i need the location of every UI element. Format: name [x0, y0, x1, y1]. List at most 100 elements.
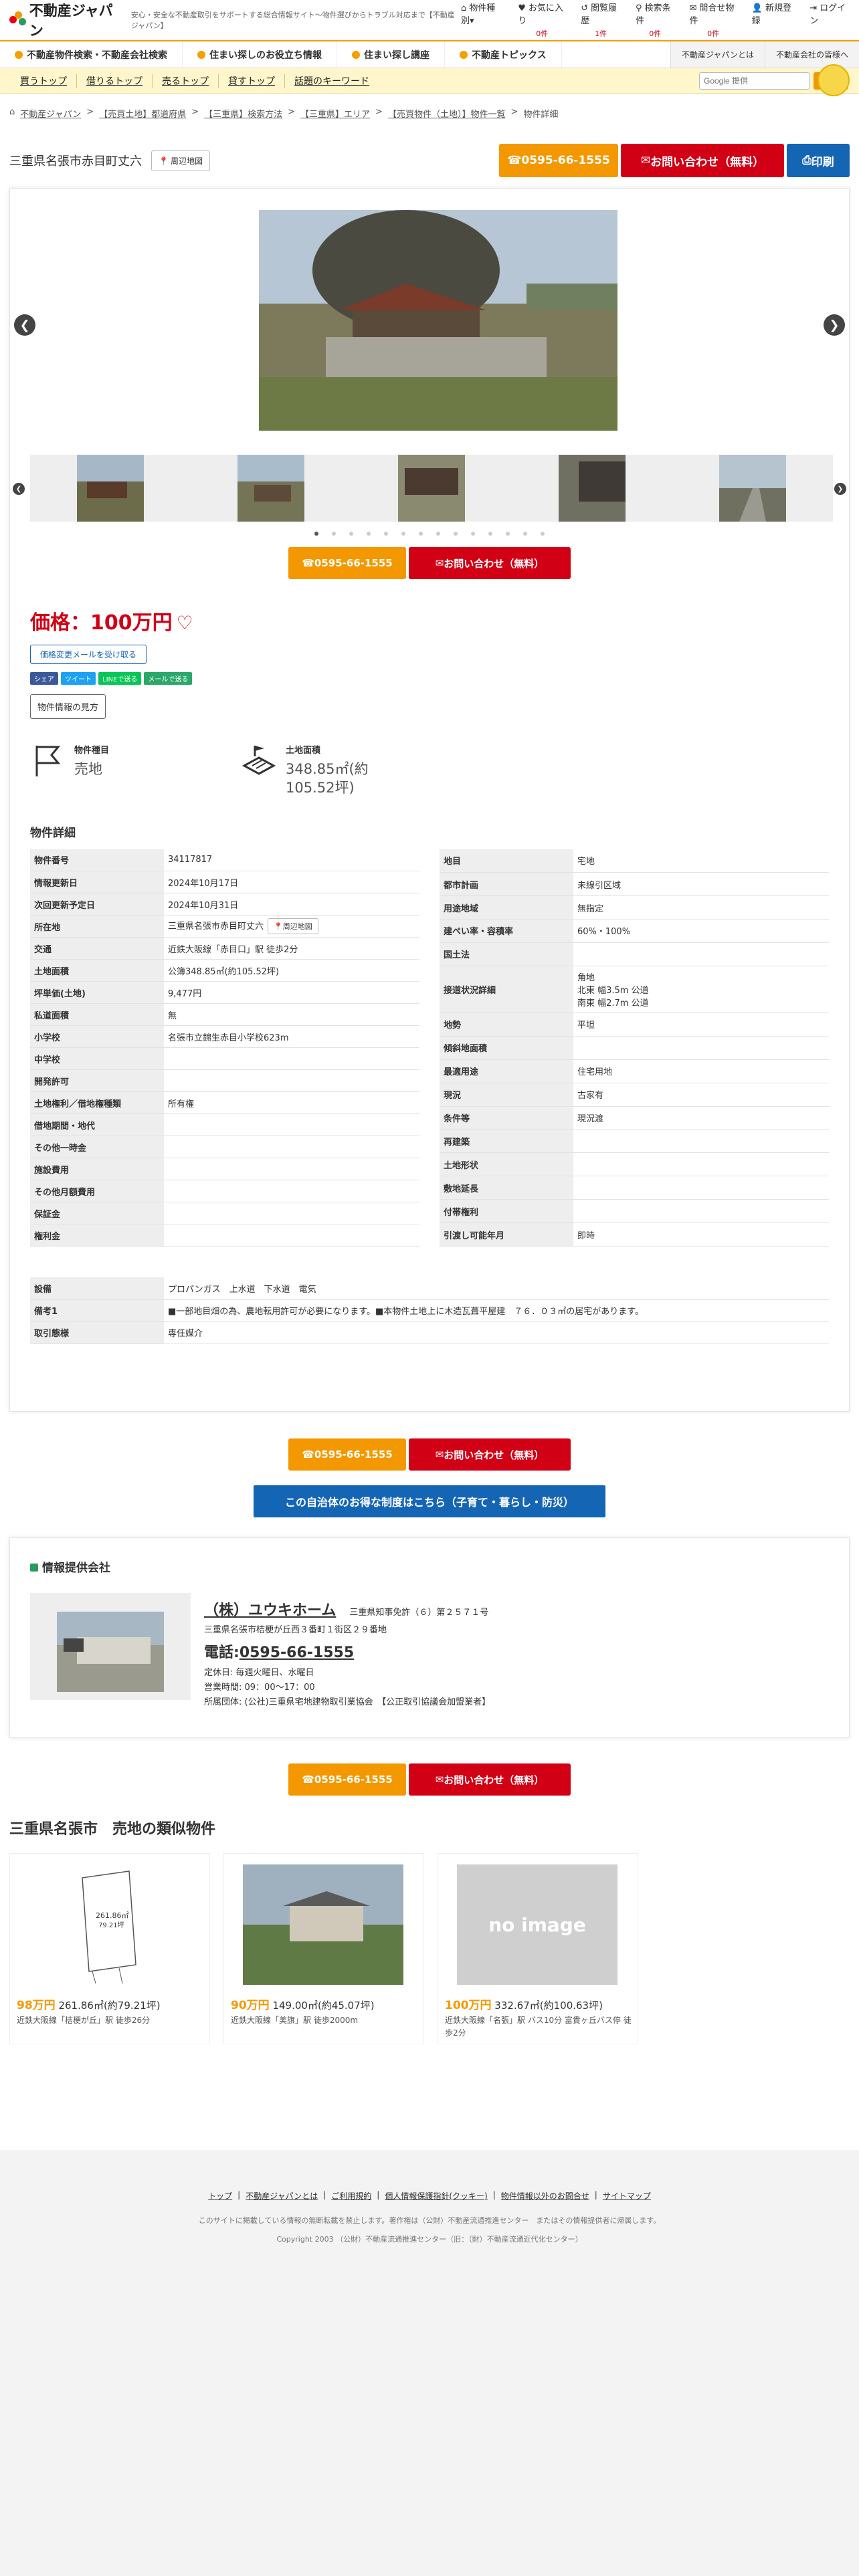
inquired-count: 0件 — [707, 29, 720, 38]
footer-link[interactable]: 不動産ジャパンとは — [246, 2190, 318, 2202]
next-thumb-icon[interactable]: ❯ — [834, 483, 846, 495]
nav-useful-info[interactable]: 住まい探しのお役立ち情報 — [183, 41, 337, 68]
slide-dot[interactable] — [419, 532, 423, 536]
detail-value: 三重県名張市赤目町丈六 📍周辺地図 — [164, 915, 419, 938]
footer-link[interactable]: サイトマップ — [603, 2190, 651, 2202]
detail-row: 借地期間・地代 — [30, 1113, 419, 1137]
detail-row: 建ぺい率・容積率 60%・100% — [440, 919, 829, 943]
map-button[interactable]: 📍周辺地図 — [151, 150, 210, 171]
slide-dot[interactable] — [401, 532, 405, 536]
nav-for-agents[interactable]: 不動産会社の皆様へ — [764, 41, 859, 68]
utility-menu: ⌂ 物件種別▾ ♥ お気に入り 0件 ↺ 閲覧履歴 1件 ⚲ 検索条件 0件 ✉ 問合せ物… — [461, 1, 850, 39]
breadcrumb-link[interactable]: 不動産ジャパン — [20, 107, 81, 120]
nav-sell-top[interactable]: 売るトップ — [153, 74, 219, 88]
detail-key: 再建築 — [440, 1129, 573, 1154]
detail-key: 国土法 — [440, 942, 573, 966]
detail-row: 都市計画 未線引区域 — [440, 872, 829, 897]
footer-link[interactable]: 個人情報保護指針(クッキー) — [385, 2190, 487, 2202]
company-tel-link[interactable]: 0595-66-1555 — [240, 1644, 354, 1661]
nav-course[interactable]: 住まい探し講座 — [337, 41, 445, 68]
detail-value: ■一部地目畑の為、農地転用許可が必要になります。■本物件土地上に木造瓦葺平屋建 … — [164, 1299, 829, 1322]
tel-button[interactable]: ☎ 0595-66-1555 — [499, 144, 618, 177]
slide-dot[interactable] — [436, 532, 440, 536]
search-input[interactable] — [698, 72, 809, 90]
util-favorites[interactable]: ♥ お気に入り 0件 — [518, 1, 566, 39]
slide-dot[interactable] — [488, 532, 492, 536]
next-photo-icon[interactable]: ❯ — [824, 314, 845, 336]
slide-dot[interactable] — [541, 532, 545, 536]
print-button[interactable]: ⎙ 印刷 — [787, 144, 850, 177]
nav-lend-top[interactable]: 貸すトップ — [219, 74, 285, 88]
breadcrumb-link[interactable]: 【三重県】検索方法 — [204, 107, 282, 120]
company-name[interactable]: （株）ユウキホーム — [204, 1602, 336, 1619]
inquiry-button[interactable]: ✉ お問い合わせ（無料） — [621, 144, 784, 177]
site-logo[interactable]: 不動産ジャパン — [9, 0, 119, 40]
company-hours: 営業時間: 09：00～17：00 — [204, 1682, 315, 1693]
thumbnail[interactable] — [672, 455, 833, 522]
footer-link[interactable]: ご利用規約 — [331, 2190, 371, 2202]
detail-key: 情報更新日 — [30, 871, 164, 894]
breadcrumb-link[interactable]: 【売買物件（土地）】物件一覧 — [388, 107, 506, 120]
prev-photo-icon[interactable]: ❮ — [14, 314, 35, 336]
similar-item[interactable]: 90万円 149.00㎡(約45.07坪) 近鉄大阪線「美旗」駅 徒歩2000m — [223, 1853, 424, 2044]
slide-dot[interactable] — [506, 532, 510, 536]
detail-row: 施設費用 — [30, 1158, 419, 1181]
detail-value — [164, 1224, 419, 1247]
slide-dot[interactable] — [384, 532, 388, 536]
util-login[interactable]: ⇥ ログイン — [809, 1, 850, 39]
util-inquired[interactable]: ✉ 問合せ物件 0件 — [689, 1, 737, 39]
util-saved-search[interactable]: ⚲ 検索条件 0件 — [636, 1, 675, 39]
thumbnail[interactable] — [191, 455, 351, 522]
slide-dot[interactable] — [367, 532, 371, 536]
slide-dot[interactable] — [454, 532, 458, 536]
nav-keywords[interactable]: 話題のキーワード — [285, 74, 379, 88]
local-benefits-button[interactable]: この自治体のお得な制度はこちら（子育て・暮らし・防災） — [254, 1485, 605, 1517]
mail-share-button[interactable]: メールで送る — [144, 672, 193, 685]
detail-key: 中学校 — [30, 1047, 164, 1071]
slide-dot[interactable] — [314, 532, 318, 536]
howto-button[interactable]: 物件情報の見方 — [30, 694, 106, 719]
footer-link[interactable]: 物件情報以外のお問合せ — [501, 2190, 589, 2202]
tel-button[interactable]: ☎ 0595-66-1555 — [288, 547, 406, 579]
breadcrumb-link[interactable]: 【三重県】エリア — [300, 107, 370, 120]
price-change-mail-button[interactable]: 価格変更メールを受け取る — [30, 645, 147, 664]
print-icon: ⎙ — [802, 154, 812, 167]
line-share-button[interactable]: LINEで送る — [98, 672, 142, 685]
breadcrumb-link[interactable]: 【売買土地】都道府県 — [99, 107, 186, 120]
nav-topics[interactable]: 不動産トピックス — [445, 41, 562, 68]
main-photo[interactable] — [259, 210, 617, 431]
nav-about[interactable]: 不動産ジャパンとは — [670, 41, 765, 68]
detail-key: 取引態様 — [30, 1321, 164, 1344]
footer-link[interactable]: トップ — [208, 2190, 232, 2202]
slide-dot[interactable] — [349, 532, 353, 536]
thumbnail[interactable] — [30, 455, 191, 522]
prev-thumb-icon[interactable]: ❮ — [13, 483, 25, 495]
detail-value: 2024年10月31日 — [164, 893, 419, 916]
detail-key: 次回更新予定日 — [30, 893, 164, 916]
inquiry-button[interactable]: ✉ お問い合わせ（無料） — [409, 1763, 571, 1796]
util-register[interactable]: 👤 新規登録 — [752, 1, 795, 39]
nav-buy-top[interactable]: 買うトップ — [11, 74, 77, 88]
slide-dot[interactable] — [471, 532, 475, 536]
nav-rent-top[interactable]: 借りるトップ — [77, 74, 153, 88]
twitter-share-button[interactable]: ツイート — [61, 672, 96, 685]
similar-item[interactable]: no image 100万円 332.67㎡(約100.63坪) 近鉄大阪線「名… — [438, 1853, 638, 2044]
thumbnail[interactable] — [512, 455, 672, 522]
thumbnail[interactable] — [351, 455, 512, 522]
tel-button[interactable]: ☎ 0595-66-1555 — [288, 1763, 406, 1796]
inquiry-button[interactable]: ✉ お問い合わせ（無料） — [409, 1438, 571, 1471]
util-history[interactable]: ↺ 閲覧履歴 1件 — [581, 1, 621, 39]
inquiry-button[interactable]: ✉ お問い合わせ（無料） — [409, 547, 571, 579]
phone-icon: ☎ — [302, 1774, 314, 1786]
detail-key: 権利金 — [30, 1224, 164, 1247]
facebook-share-button[interactable]: シェア — [30, 672, 58, 685]
similar-item[interactable]: 261.86㎡ 79.21坪 98万円 261.86㎡(約79.21坪) 近鉄大… — [9, 1853, 210, 2044]
nav-search[interactable]: 不動産物件検索・不動産会社検索 — [0, 41, 183, 68]
map-button[interactable]: 📍周辺地図 — [268, 918, 318, 935]
company-group: 所属団体: (公社)三重県宅地建物取引業協会 【公正取引協議会加盟業者】 — [204, 1697, 491, 1708]
favorite-heart-icon[interactable]: ♡ — [177, 612, 193, 634]
util-property-type[interactable]: ⌂ 物件種別▾ — [461, 1, 503, 39]
tel-button[interactable]: ☎ 0595-66-1555 — [288, 1438, 406, 1471]
slide-dot[interactable] — [523, 532, 527, 536]
slide-dot[interactable] — [332, 532, 336, 536]
